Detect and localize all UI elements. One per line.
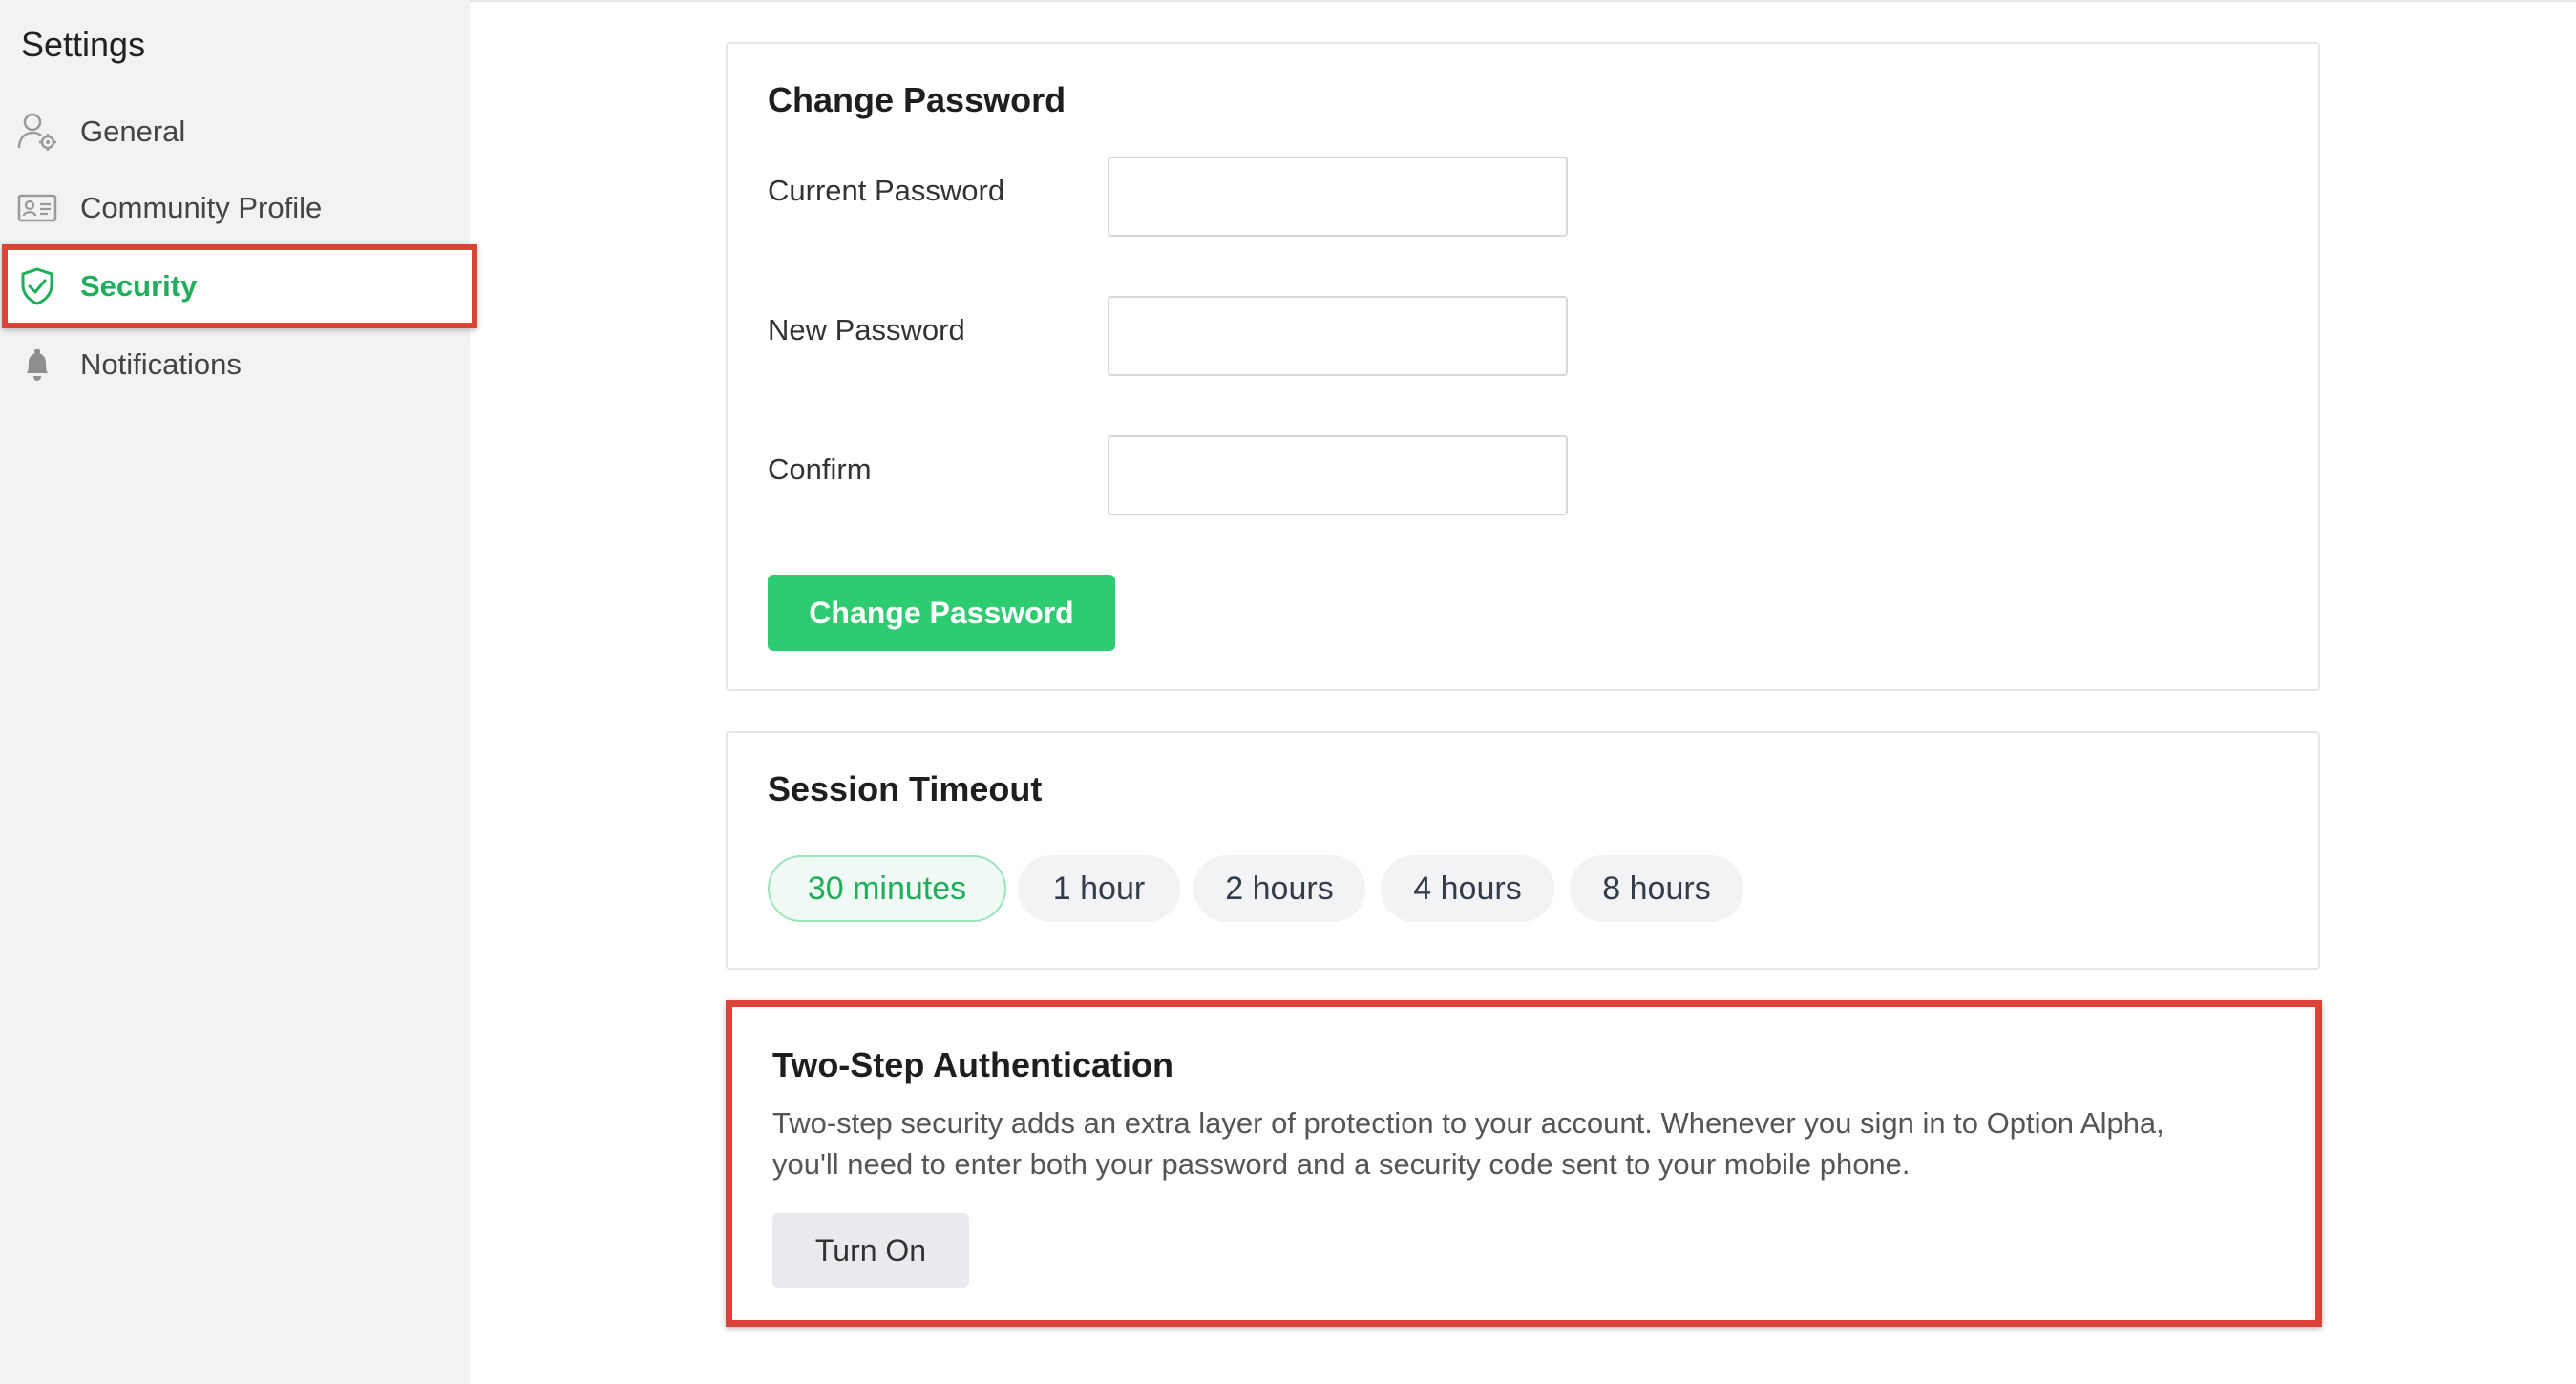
change-password-title: Change Password xyxy=(768,80,1066,119)
sidebar-item-general[interactable]: General xyxy=(0,98,470,165)
timeout-option-8-hours[interactable]: 8 hours xyxy=(1570,855,1743,922)
current-password-label: Current Password xyxy=(768,174,1005,207)
user-gear-icon xyxy=(15,110,59,154)
settings-sidebar: Settings General Community Profile Secur… xyxy=(0,0,477,1384)
timeout-option-2-hours[interactable]: 2 hours xyxy=(1193,855,1365,922)
new-password-label: New Password xyxy=(768,313,965,346)
timeout-option-4-hours[interactable]: 4 hours xyxy=(1381,855,1554,922)
confirm-password-label: Confirm xyxy=(768,452,872,486)
turn-on-button[interactable]: Turn On xyxy=(772,1213,969,1288)
sidebar-item-notifications[interactable]: Notifications xyxy=(0,331,470,398)
current-password-input[interactable] xyxy=(1108,157,1568,237)
sidebar-title: Settings xyxy=(21,25,146,64)
timeout-option-1-hour[interactable]: 1 hour xyxy=(1018,855,1180,922)
sidebar-item-label: Notifications xyxy=(80,347,242,381)
confirm-password-input[interactable] xyxy=(1108,435,1568,515)
session-timeout-card: Session Timeout 30 minutes 1 hour 2 hour… xyxy=(726,731,2320,970)
new-password-input[interactable] xyxy=(1108,296,1568,376)
session-timeout-title: Session Timeout xyxy=(768,769,1043,808)
sidebar-item-community-profile[interactable]: Community Profile xyxy=(0,175,470,241)
bell-icon xyxy=(15,343,59,387)
sidebar-item-security[interactable]: Security xyxy=(0,253,470,320)
sidebar-item-label: Community Profile xyxy=(80,191,323,224)
sidebar-item-label: General xyxy=(80,115,186,148)
sidebar-item-label: Security xyxy=(80,269,198,303)
change-password-button[interactable]: Change Password xyxy=(768,575,1115,651)
change-password-card: Change Password Current Password New Pas… xyxy=(726,42,2320,691)
top-divider xyxy=(470,0,2576,2)
two-step-title: Two-Step Authentication xyxy=(772,1045,1173,1084)
two-step-description-line: you'll need to enter both your password … xyxy=(772,1147,1911,1181)
shield-check-icon xyxy=(15,264,59,308)
two-step-description-line: Two-step security adds an extra layer of… xyxy=(772,1106,2164,1140)
two-step-description: Two-step security adds an extra layer of… xyxy=(772,1102,2300,1185)
id-card-icon xyxy=(15,186,59,230)
timeout-option-30-minutes[interactable]: 30 minutes xyxy=(768,855,1006,922)
two-step-authentication-card: Two-Step Authentication Two-step securit… xyxy=(726,1000,2322,1327)
